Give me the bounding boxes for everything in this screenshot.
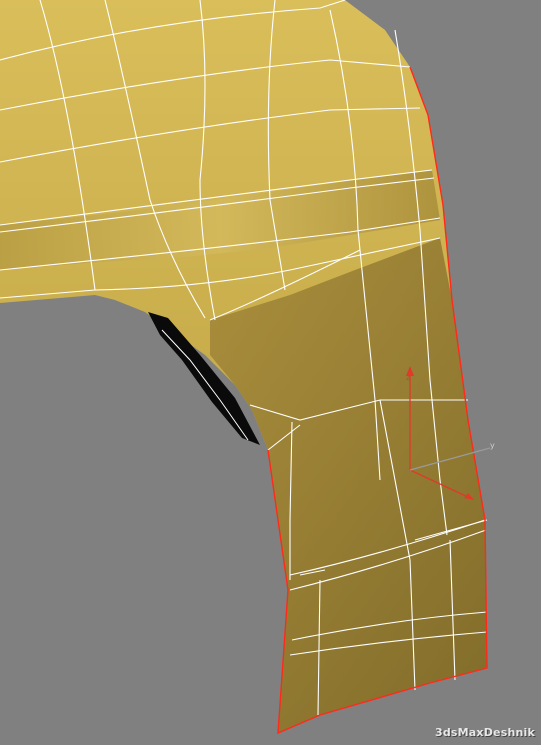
gizmo-y-label: y <box>490 441 495 450</box>
watermark: 3dsMaxDeshnik <box>434 726 535 739</box>
gizmo-z-label: z <box>406 373 410 382</box>
mesh-render[interactable]: z y <box>0 0 541 745</box>
3d-viewport[interactable]: z y 3dsMaxDeshnik <box>0 0 541 745</box>
